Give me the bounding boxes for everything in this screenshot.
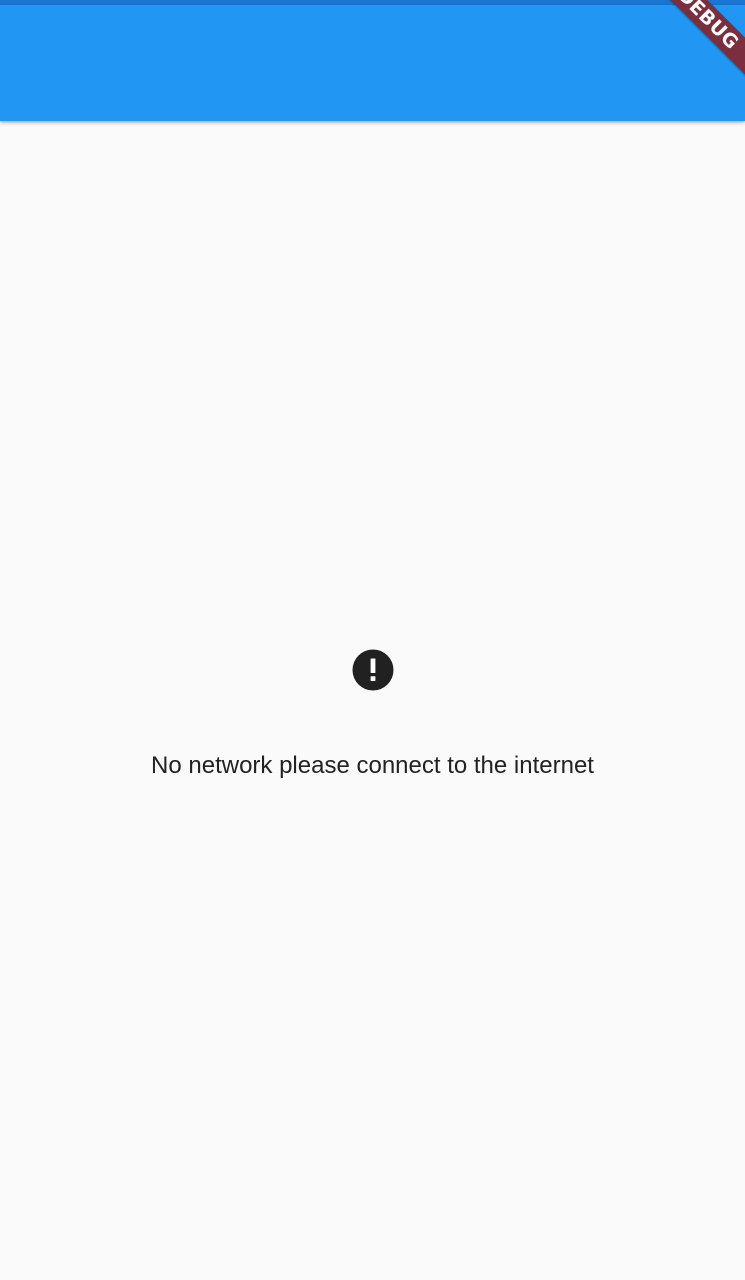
app-bar xyxy=(0,5,745,121)
no-network-message: No network please connect to the interne… xyxy=(151,752,594,779)
error-icon xyxy=(352,649,394,691)
main-content xyxy=(0,121,745,1280)
